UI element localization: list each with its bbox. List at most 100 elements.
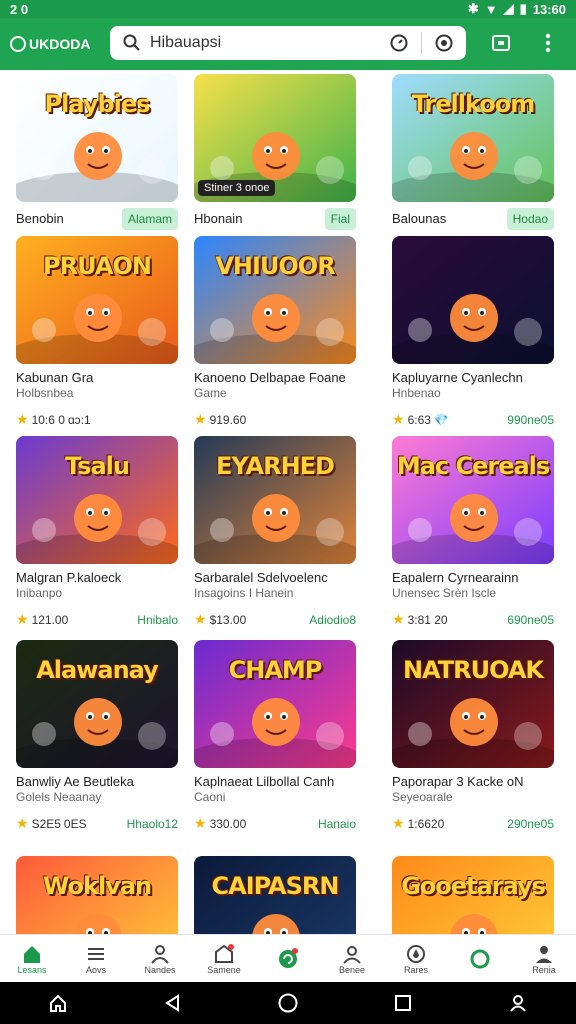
status-clock: 13:60 <box>532 1 566 17</box>
thumbnail-badge: Stiner 3 onoe <box>198 180 276 196</box>
search-input[interactable] <box>150 34 387 52</box>
recents-icon[interactable] <box>391 991 415 1015</box>
game-card[interactable]: CHAMP Kaplnaeat Lilbollal Canh Caoni ★ 330.0… <box>194 640 356 832</box>
game-thumbnail[interactable]: Alawanay <box>16 640 178 768</box>
game-name: Kapluyarne Cyanlechn <box>392 370 523 385</box>
nav-item[interactable]: Benee <box>320 935 384 983</box>
game-card[interactable]: PRUAON Kabunan Gra Holbsnbea ★ 10:6 0 ɑɔ:1 <box>16 236 178 428</box>
game-title-art: Mac Cereals <box>396 452 550 480</box>
bluetooth-icon: ✱ <box>467 1 479 16</box>
card-footer: Hbonain Fial <box>194 208 356 230</box>
game-thumbnail[interactable]: CHAMP <box>194 640 356 768</box>
game-card[interactable]: Alawanay Banwliy Ae Beutleka Golels Neaana… <box>16 640 178 832</box>
game-card[interactable]: Playbies Benobin Alamam <box>16 74 178 230</box>
drop-icon <box>405 943 427 965</box>
store-icon <box>213 943 235 965</box>
game-thumbnail[interactable]: NATRUOAK <box>392 640 554 768</box>
star-icon: ★ <box>194 611 207 627</box>
star-icon: ★ <box>392 411 405 427</box>
game-card[interactable]: EYARHED Sarbaralel Sdelvoelenc Insagoins I… <box>194 436 356 628</box>
game-subtitle: Game <box>194 386 227 400</box>
more-menu-icon[interactable] <box>535 30 561 56</box>
game-subtitle: Seyeoarale <box>392 790 453 804</box>
game-thumbnail[interactable]: Trellkoom <box>392 74 554 202</box>
game-name: Hbonain <box>194 211 243 226</box>
card-meta: ★ 121.00 Hnibalo <box>16 611 178 628</box>
rating-value: 330.00 <box>209 816 247 831</box>
game-title-art: NATRUOAK <box>402 656 544 684</box>
nav-item[interactable]: Aovs <box>64 935 128 983</box>
game-card[interactable]: Mac Cereals Eapalern Cyrnearainn Unensec S… <box>392 436 554 628</box>
game-thumbnail[interactable]: Mac Cereals <box>392 436 554 564</box>
game-subtitle: Inibanpo <box>16 586 63 600</box>
game-thumbnail[interactable]: Stiner 3 onoe <box>194 74 356 202</box>
nav-item[interactable]: Lesans <box>0 935 64 983</box>
nav-item[interactable] <box>448 935 512 983</box>
category-pill[interactable]: Fial <box>324 208 356 230</box>
status-left: 2 0 <box>10 1 29 17</box>
rating-value: 919.60 <box>209 412 247 427</box>
nav-item[interactable]: Rares <box>384 935 448 983</box>
game-name: Malgran P.kaloeck <box>16 570 122 585</box>
game-thumbnail[interactable]: PRUAON <box>16 236 178 364</box>
nav-label: Aovs <box>85 965 106 975</box>
game-subtitle: Unensec Srèn Iscle <box>392 586 497 600</box>
home-system-icon[interactable] <box>46 991 70 1015</box>
rating: ★ S2E5 0ES <box>16 815 87 832</box>
game-thumbnail[interactable]: EYARHED <box>194 436 356 564</box>
rating: ★ 919.60 <box>194 411 249 428</box>
game-card[interactable]: Trellkoom Balounas Hodao <box>392 74 554 230</box>
game-thumbnail[interactable]: Tsalu <box>16 436 178 564</box>
rating: ★ 6:63 💎 <box>392 411 449 428</box>
game-thumbnail[interactable]: VHIUOOR <box>194 236 356 364</box>
game-title-art: Trellkoom <box>411 90 536 118</box>
game-title-art: Tsalu <box>65 452 130 480</box>
rating-value: S2E5 <box>31 816 61 831</box>
nav-label: Benee <box>338 965 366 975</box>
cycle-icon <box>469 948 491 970</box>
game-card[interactable]: Stiner 3 onoe Hbonain Fial <box>194 74 356 230</box>
rating-value: 1:6620 <box>407 816 445 831</box>
game-title-art: Woklvan <box>42 872 152 900</box>
game-thumbnail[interactable] <box>392 236 554 364</box>
rating-value: 10:6 0 <box>31 412 65 427</box>
game-title-art: PRUAON <box>43 252 152 280</box>
rating: ★ 121.00 <box>16 611 71 628</box>
card-footer: Balounas Hodao <box>392 208 554 230</box>
game-card[interactable]: NATRUOAK Paporapar 3 Kacke oN Seyeoarale ★ 1… <box>392 640 554 832</box>
nav-item[interactable] <box>256 935 320 983</box>
price-label: Hhaolo12 <box>126 816 178 831</box>
category-pill[interactable]: Hodao <box>506 208 554 230</box>
game-subtitle: Holbsnbea <box>16 386 74 400</box>
brand-logo[interactable]: UKDODA <box>10 36 100 52</box>
game-thumbnail[interactable]: Playbies <box>16 74 178 202</box>
nav-item[interactable]: Renia <box>512 935 576 983</box>
cast-icon[interactable] <box>488 30 514 56</box>
nav-item[interactable]: Samene <box>192 935 256 983</box>
home-button-icon[interactable] <box>276 991 300 1015</box>
game-title-art: CHAMP <box>228 656 323 684</box>
price-label: 690ne05 <box>507 612 554 627</box>
card-meta: ★ 6:63 💎 990ne05 <box>392 411 554 428</box>
game-card[interactable]: Tsalu Malgran P.kaloeck Inibanpo ★ 121.00 Hni… <box>16 436 178 628</box>
search-icon[interactable] <box>120 31 144 55</box>
assistant-icon[interactable] <box>506 991 530 1015</box>
card-meta: ★ 10:6 0 ɑɔ:1 <box>16 411 178 428</box>
game-card[interactable]: Kapluyarne Cyanlechn Hnbenao ★ 6:63 💎 990ne05 <box>392 236 554 428</box>
card-footer: Benobin Alamam <box>16 208 178 230</box>
card-meta: ★ 330.00 Hanaio <box>194 815 356 832</box>
game-title-art: VHIUOOR <box>215 252 335 280</box>
camera-icon[interactable] <box>432 31 456 55</box>
star-icon: ★ <box>392 815 405 831</box>
category-pill[interactable]: Alamam <box>121 208 178 230</box>
rating: ★ 10:6 0 ɑɔ:1 <box>16 411 91 428</box>
nav-label: Rares <box>403 965 428 975</box>
nav-label: Lesans <box>17 965 47 975</box>
app-root: 2 0 ✱ ▼ ◢ ▮ 13:60 UKDODA Hibauapsi Playb… <box>0 0 576 1024</box>
nav-item[interactable]: Nandes <box>128 935 192 983</box>
star-icon: ★ <box>392 611 405 627</box>
timer-icon[interactable] <box>387 31 411 55</box>
game-card[interactable]: VHIUOOR Kanoeno Delbapae Foane Game ★ 919.60 <box>194 236 356 428</box>
bottom-navigation: Lesans Aovs Nandes Samene Benee Rares Renia <box>0 934 576 982</box>
back-icon[interactable] <box>161 991 185 1015</box>
